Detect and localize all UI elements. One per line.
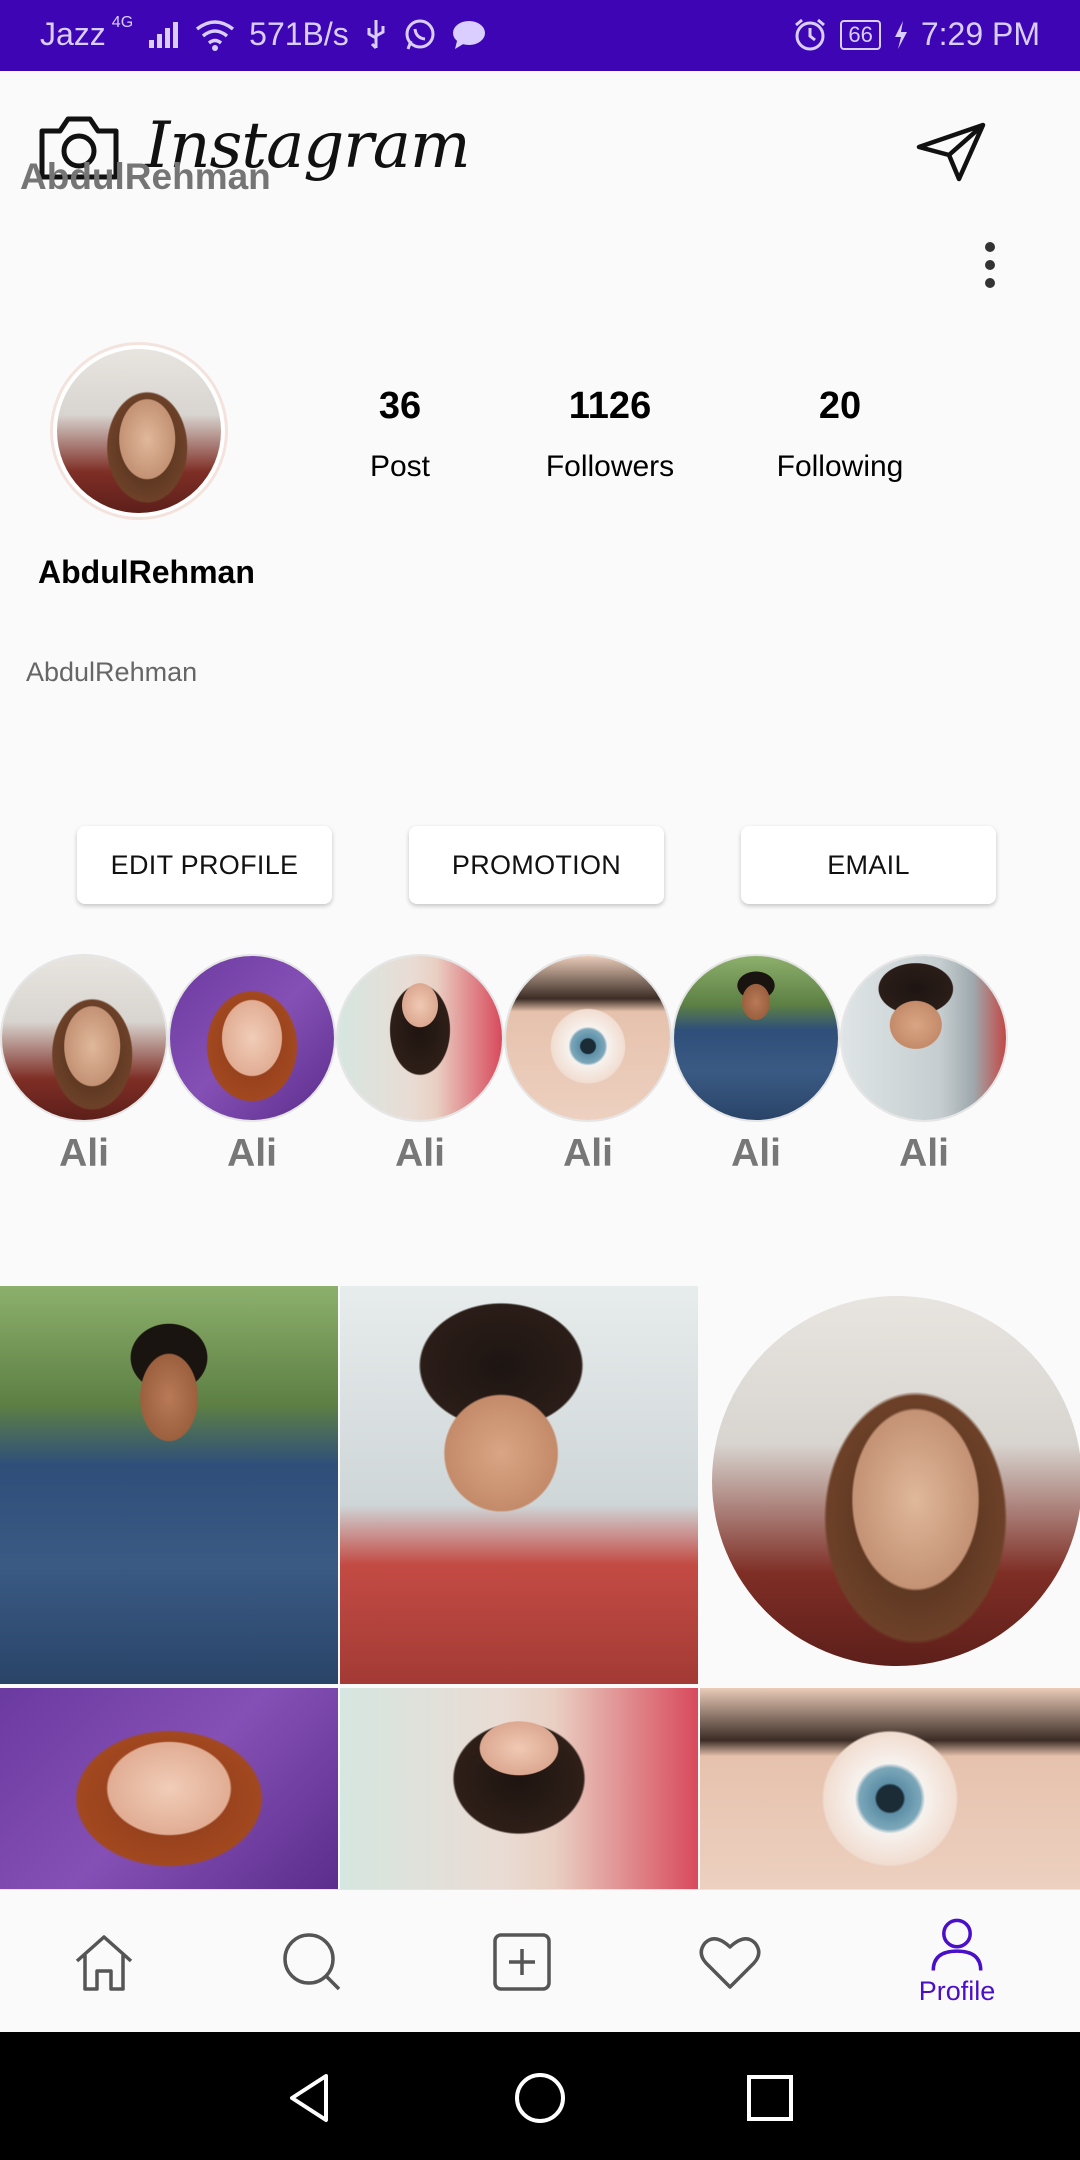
search-icon (283, 1932, 341, 1990)
wifi-icon (196, 19, 235, 51)
charging-icon (894, 20, 907, 49)
highlight-label: Ali (899, 1132, 949, 1175)
nav-search[interactable] (242, 1890, 382, 2033)
grid-post[interactable] (0, 1688, 338, 1889)
post-photo (340, 1286, 698, 1684)
signal-icon (149, 21, 179, 48)
highlight-photo (170, 956, 334, 1120)
highlight-label: Ali (563, 1132, 613, 1175)
stat-posts[interactable]: 36 Post (340, 385, 460, 484)
highlight-item[interactable]: Ali (504, 954, 672, 1176)
avatar-photo (57, 349, 221, 513)
post-photo (0, 1688, 338, 1889)
app-screen: Jazz 4G 571B/s 66 7:29 PM Instagram Abdu… (0, 0, 1080, 2160)
home-icon (75, 1934, 133, 1991)
highlight-label: Ali (395, 1132, 445, 1175)
stat-value: 20 (818, 385, 862, 427)
usb-icon (367, 19, 385, 49)
nav-activity[interactable] (660, 1890, 800, 2033)
status-bar: Jazz 4G 571B/s 66 7:29 PM (0, 0, 1080, 71)
stat-label: Followers (545, 450, 675, 483)
bottom-nav: Profile (0, 1889, 1080, 2032)
system-nav-bar (0, 2032, 1080, 2160)
network-type: 4G (111, 13, 134, 31)
profile-avatar[interactable] (50, 342, 228, 520)
highlight-item[interactable]: Ali (0, 954, 168, 1176)
carrier-label: Jazz (40, 16, 106, 52)
grid-post[interactable] (340, 1688, 698, 1889)
stat-following[interactable]: 20 Following (760, 385, 920, 484)
highlight-item[interactable]: Ali (168, 954, 336, 1176)
post-photo (712, 1296, 1080, 1666)
whatsapp-icon (405, 19, 435, 50)
grid-post[interactable] (0, 1286, 338, 1684)
stat-followers[interactable]: 1126 Followers (540, 385, 680, 484)
alarm-icon (795, 18, 826, 50)
recents-icon[interactable] (742, 2070, 798, 2126)
grid-post[interactable] (340, 1286, 698, 1684)
nav-home[interactable] (34, 1890, 174, 2033)
highlight-item[interactable]: Ali (840, 954, 1008, 1176)
nav-add-post[interactable] (452, 1890, 592, 2033)
add-post-icon (493, 1932, 551, 1991)
highlight-photo (506, 956, 670, 1120)
edit-profile-button[interactable]: EDIT PROFILE (77, 826, 332, 904)
nav-profile-label: Profile (918, 1976, 996, 2006)
stat-value: 36 (378, 385, 422, 427)
grid-post[interactable] (700, 1286, 1080, 1684)
highlight-item[interactable]: Ali (672, 954, 840, 1176)
profile-icon (931, 1918, 983, 1971)
network-speed: 571B/s (249, 16, 349, 52)
post-photo (0, 1286, 338, 1684)
highlight-photo (2, 956, 166, 1120)
nav-profile[interactable]: Profile (887, 1890, 1027, 2033)
highlight-item[interactable]: Ali (336, 954, 504, 1176)
more-vert-icon[interactable] (979, 240, 1001, 290)
stat-value: 1126 (568, 385, 652, 427)
highlight-photo (338, 956, 502, 1120)
back-icon[interactable] (282, 2070, 338, 2126)
stat-label: Post (369, 450, 431, 483)
highlight-label: Ali (59, 1132, 109, 1175)
home-circle-icon[interactable] (512, 2070, 568, 2126)
promotion-button[interactable]: PROMOTION (409, 826, 664, 904)
profile-bio: AbdulRehman (26, 657, 198, 687)
app-header: Instagram (0, 71, 1080, 221)
email-button[interactable]: EMAIL (741, 826, 996, 904)
battery-level: 66 (840, 19, 881, 50)
highlight-photo (674, 956, 838, 1120)
stat-label: Following (776, 450, 904, 483)
grid-post[interactable] (700, 1688, 1080, 1889)
send-icon[interactable] (915, 121, 987, 183)
profile-display-name: AbdulRehman (38, 554, 255, 590)
highlight-label: Ali (731, 1132, 781, 1175)
highlight-photo (842, 956, 1006, 1120)
message-icon (452, 20, 485, 49)
header-username: AbdulRehman (20, 156, 271, 197)
clock: 7:29 PM (920, 16, 1040, 52)
heart-icon (699, 1936, 761, 1989)
highlight-label: Ali (227, 1132, 277, 1175)
post-photo (700, 1688, 1080, 1889)
post-photo (340, 1688, 698, 1889)
